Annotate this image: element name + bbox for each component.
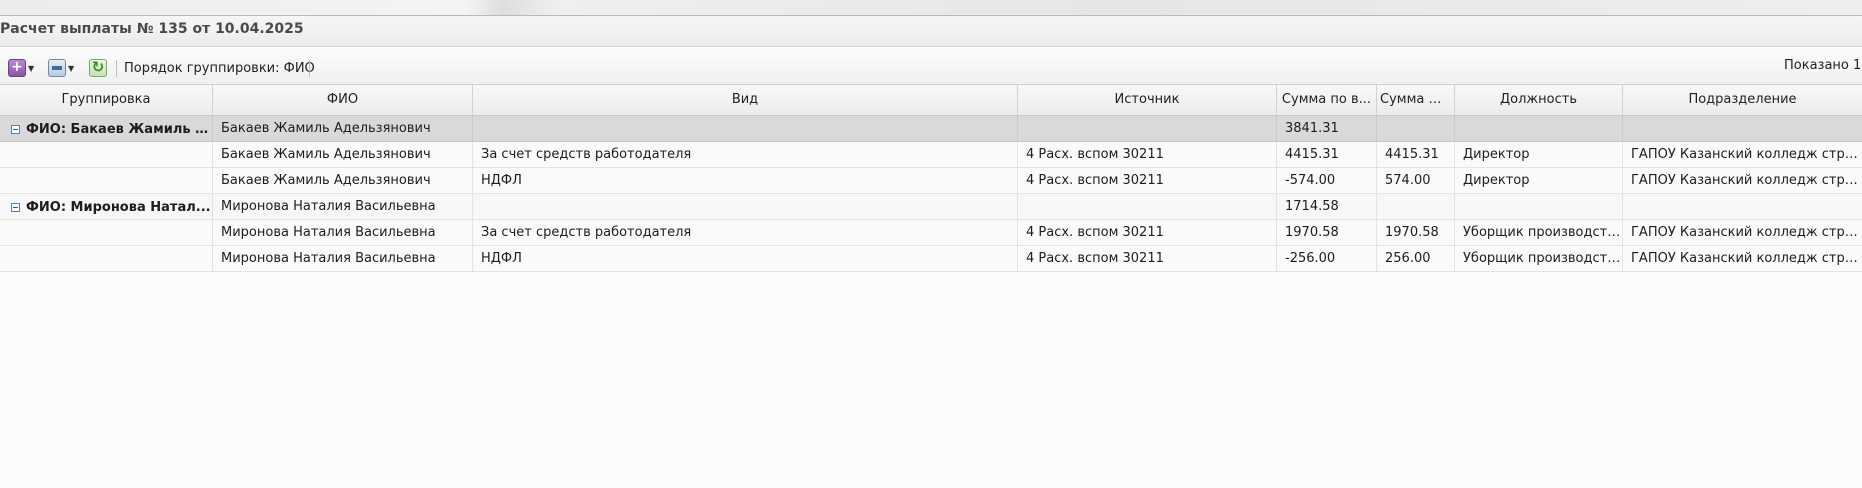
window-title: Расчет выплаты № 135 от 10.04.2025 [0,21,304,37]
cell-source: 4 Расх. вспом 30211 [1018,142,1277,168]
cell-type: НДФЛ [473,246,1018,272]
group-label: ФИО: Миронова Натал... [26,199,211,215]
group-row[interactable]: ФИО: Бакаев Жамиль А... Бакаев Жамиль Ад… [0,116,1862,142]
cell-source: 4 Расх. вспом 30211 [1018,220,1277,246]
cell-grouping [0,142,213,168]
cell-sum-f: 4415.31 [1377,142,1455,168]
cell-type [473,194,1018,220]
cell-source: 4 Расх. вспом 30211 [1018,168,1277,194]
cell-source [1018,116,1277,142]
cell-grouping [0,246,213,272]
cell-fio: Бакаев Жамиль Адельзянович [213,168,473,194]
cell-type: За счет средств работодателя [473,142,1018,168]
column-header-sum-v[interactable]: Сумма по в... [1277,85,1377,115]
cell-position: Уборщик производств... [1455,220,1623,246]
cell-fio: Бакаев Жамиль Адельзянович [213,116,473,142]
cell-position [1455,116,1623,142]
cell-department: ГАПОУ Казанский колледж строительства [1631,173,1862,188]
column-header-fio[interactable]: ФИО [213,85,473,115]
cell-department [1623,194,1862,220]
group-row[interactable]: ФИО: Миронова Натал... Миронова Наталия … [0,194,1862,220]
cell-sum-v: 1970.58 [1277,220,1377,246]
cell-source [1018,194,1277,220]
print-button[interactable]: ▼ [48,58,74,78]
column-header-department[interactable]: Подразделение [1623,85,1862,115]
cell-sum-v: -256.00 [1277,246,1377,272]
table-row[interactable]: Бакаев Жамиль Адельзянович За счет средс… [0,142,1862,168]
cell-sum-f [1377,116,1455,142]
chevron-down-icon: ▼ [28,63,35,73]
column-header-sum-f[interactable]: Сумма ф... [1377,85,1455,115]
cell-fio: Миронова Наталия Васильевна [213,194,473,220]
table-row[interactable]: Миронова Наталия Васильевна За счет сред… [0,220,1862,246]
cell-type [473,116,1018,142]
table-row[interactable]: Миронова Наталия Васильевна НДФЛ 4 Расх.… [0,246,1862,272]
toolbar: ▼ ▼ Порядок группировки: ФИО Показано 1-… [0,53,1862,85]
add-button[interactable]: ▼ [8,58,34,78]
column-header-grouping[interactable]: Группировка [0,85,213,115]
cell-position: Директор [1455,168,1623,194]
cell-sum-v: 3841.31 [1277,116,1377,142]
column-header-source[interactable]: Источник [1018,85,1277,115]
top-strip [0,0,1862,16]
group-label: ФИО: Бакаев Жамиль А... [26,121,212,137]
cell-sum-f: 574.00 [1377,168,1455,194]
cell-sum-f [1377,194,1455,220]
paging-info: Показано 1-6 [1784,58,1862,73]
cell-type: За счет средств работодателя [473,220,1018,246]
group-cell[interactable]: ФИО: Бакаев Жамиль А... [0,116,213,142]
cell-fio: Бакаев Жамиль Адельзянович [213,142,473,168]
cell-fio: Миронова Наталия Васильевна [213,220,473,246]
cell-position: Уборщик производств... [1455,246,1623,272]
cell-fio: Миронова Наталия Васильевна [213,246,473,272]
cell-position: Директор [1455,142,1623,168]
cell-sum-f: 256.00 [1377,246,1455,272]
column-header-type[interactable]: Вид [473,85,1018,115]
cell-department: ГАПОУ Казанский колледж строительства [1631,147,1862,162]
cell-position [1455,194,1623,220]
collapse-icon[interactable] [11,124,20,134]
cell-grouping [0,168,213,194]
cell-source: 4 Расх. вспом 30211 [1018,246,1277,272]
column-header-position[interactable]: Должность [1455,85,1623,115]
cell-department: ГАПОУ Казанский колледж строительства [1631,251,1862,266]
add-icon [8,59,26,77]
grouping-order-label: Порядок группировки: ФИО [124,61,315,76]
table-row[interactable]: Бакаев Жамиль Адельзянович НДФЛ 4 Расх. … [0,168,1862,194]
cell-department [1623,116,1862,142]
print-icon [48,59,66,77]
cell-sum-v: 1714.58 [1277,194,1377,220]
collapse-icon[interactable] [11,202,20,212]
cell-grouping [0,220,213,246]
chevron-down-icon: ▼ [68,63,75,73]
window-titlebar: Расчет выплаты № 135 от 10.04.2025 [0,16,1862,47]
grid-header: Группировка ФИО Вид Источник Сумма по в.… [0,85,1862,116]
cell-sum-v: -574.00 [1277,168,1377,194]
refresh-icon [89,58,107,77]
cell-type: НДФЛ [473,168,1018,194]
group-cell[interactable]: ФИО: Миронова Натал... [0,194,213,220]
cell-department: ГАПОУ Казанский колледж строительства [1631,225,1862,240]
refresh-button[interactable] [89,58,107,78]
cell-sum-v: 4415.31 [1277,142,1377,168]
toolbar-separator [309,60,310,77]
cell-sum-f: 1970.58 [1377,220,1455,246]
toolbar-separator [116,60,117,77]
